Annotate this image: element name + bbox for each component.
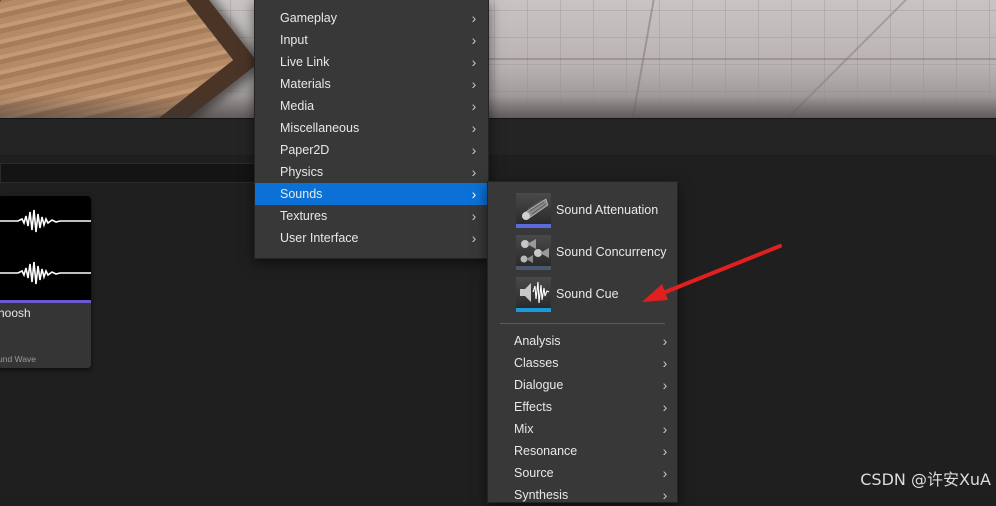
chevron-right-icon: ›	[471, 186, 477, 202]
menu-item-user-interface[interactable]: User Interface ›	[255, 227, 488, 249]
waveform-thumbnail	[0, 196, 91, 303]
chevron-right-icon: ›	[471, 76, 477, 92]
chevron-right-icon: ›	[471, 208, 477, 224]
menu-item-sounds[interactable]: Sounds ›	[255, 183, 488, 205]
menu-item-materials[interactable]: Materials ›	[255, 73, 488, 95]
chevron-right-icon: ›	[662, 333, 668, 349]
sound-cue-icon	[516, 277, 551, 308]
menu-item-label: Analysis	[514, 334, 561, 348]
chevron-right-icon: ›	[471, 54, 477, 70]
menu-item-mix[interactable]: Mix ›	[488, 418, 677, 440]
asset-type-label: und Wave	[0, 354, 36, 364]
menu-item-label: Effects	[514, 400, 552, 414]
chevron-right-icon: ›	[471, 120, 477, 136]
menu-item-classes[interactable]: Classes ›	[488, 352, 677, 374]
menu-item-label: Paper2D	[280, 143, 330, 157]
menu-item-label: Classes	[514, 356, 559, 370]
menu-item-label: Sounds	[280, 187, 323, 201]
menu-item-label: Sound Attenuation	[556, 203, 659, 217]
sound-wave-asset-tile[interactable]: hoosh und Wave	[0, 196, 91, 368]
chevron-right-icon: ›	[471, 98, 477, 114]
asset-color-bar	[516, 266, 551, 270]
menu-item-label: Dialogue	[514, 378, 564, 392]
chevron-right-icon: ›	[662, 443, 668, 459]
asset-color-bar	[516, 224, 551, 228]
sound-attenuation-icon	[516, 193, 551, 224]
menu-item-label: User Interface	[280, 231, 359, 245]
menu-item-dialogue[interactable]: Dialogue ›	[488, 374, 677, 396]
menu-item-label: Mix	[514, 422, 534, 436]
waveform-icon	[0, 209, 91, 233]
chevron-right-icon: ›	[662, 399, 668, 415]
menu-item-label: Source	[514, 466, 554, 480]
asset-name: hoosh	[0, 306, 31, 320]
chevron-right-icon: ›	[662, 465, 668, 481]
menu-item-gameplay[interactable]: Gameplay ›	[255, 7, 488, 29]
menu-item-label: Synthesis	[514, 488, 569, 502]
menu-item-sound-attenuation[interactable]: Sound Attenuation	[488, 193, 677, 233]
menu-item-label: Physics	[280, 165, 324, 179]
menu-item-analysis[interactable]: Analysis ›	[488, 330, 677, 352]
content-browser-toolbar	[0, 118, 996, 156]
chevron-right-icon: ›	[471, 10, 477, 26]
menu-item-synthesis[interactable]: Synthesis ›	[488, 484, 677, 506]
asset-category-menu: Gameplay › Input › Live Link › Materials…	[254, 0, 489, 259]
chevron-right-icon: ›	[662, 377, 668, 393]
chevron-right-icon: ›	[471, 164, 477, 180]
menu-item-label: Materials	[280, 77, 331, 91]
chevron-right-icon: ›	[662, 487, 668, 503]
menu-item-label: Resonance	[514, 444, 578, 458]
chevron-right-icon: ›	[471, 142, 477, 158]
menu-separator	[500, 323, 665, 324]
chevron-right-icon: ›	[471, 32, 477, 48]
chevron-right-icon: ›	[662, 421, 668, 437]
menu-item-label: Media	[280, 99, 315, 113]
sounds-submenu: Sound Attenuation Sound Concurrency Soun…	[487, 181, 678, 503]
menu-item-physics[interactable]: Physics ›	[255, 161, 488, 183]
viewport-shade	[0, 96, 996, 118]
menu-item-input[interactable]: Input ›	[255, 29, 488, 51]
menu-item-label: Live Link	[280, 55, 330, 69]
annotation-arrow-icon	[642, 244, 782, 302]
level-viewport[interactable]	[0, 0, 996, 118]
menu-item-textures[interactable]: Textures ›	[255, 205, 488, 227]
menu-item-media[interactable]: Media ›	[255, 95, 488, 117]
sound-concurrency-icon	[516, 235, 551, 266]
menu-item-resonance[interactable]: Resonance ›	[488, 440, 677, 462]
asset-color-bar	[516, 308, 551, 312]
menu-item-miscellaneous[interactable]: Miscellaneous ›	[255, 117, 488, 139]
menu-item-paper2d[interactable]: Paper2D ›	[255, 139, 488, 161]
menu-item-effects[interactable]: Effects ›	[488, 396, 677, 418]
menu-item-label: Input	[280, 33, 308, 47]
menu-item-label: Miscellaneous	[280, 121, 360, 135]
menu-item-label: Textures	[280, 209, 328, 223]
menu-item-source[interactable]: Source ›	[488, 462, 677, 484]
watermark: CSDN @许安XuA	[860, 470, 991, 489]
menu-item-label: Sound Cue	[556, 287, 619, 301]
waveform-icon	[0, 261, 91, 285]
menu-item-label: Gameplay	[280, 11, 337, 25]
chevron-right-icon: ›	[662, 355, 668, 371]
chevron-right-icon: ›	[471, 230, 477, 246]
menu-item-live-link[interactable]: Live Link ›	[255, 51, 488, 73]
path-bar[interactable]	[0, 163, 257, 183]
